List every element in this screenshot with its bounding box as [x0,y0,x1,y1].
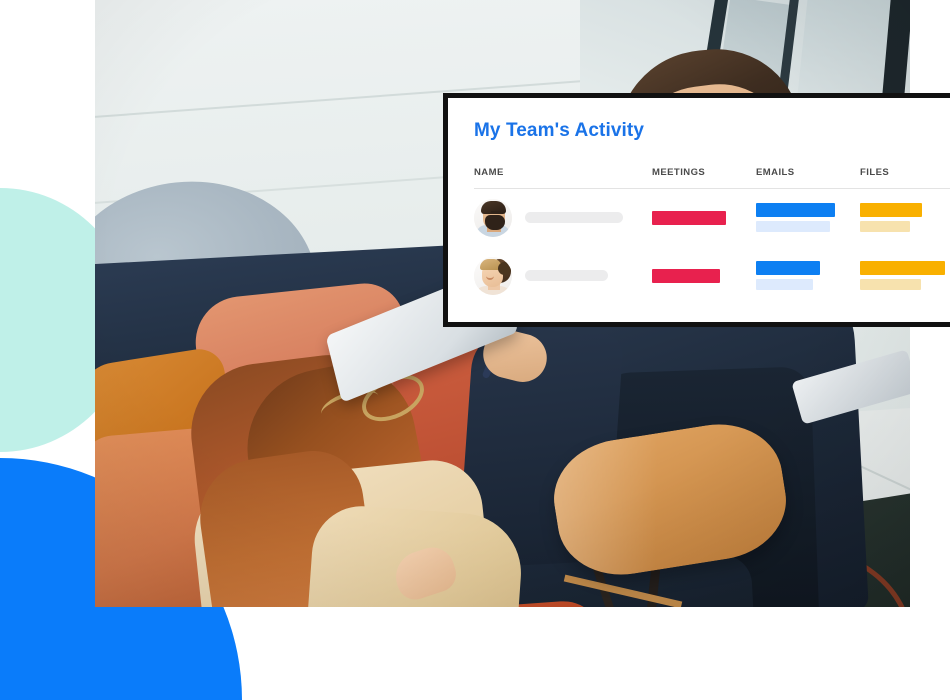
cell-name [474,247,652,305]
name-placeholder [525,270,608,281]
avatar [474,256,512,295]
files-bar-secondary [860,221,910,233]
emails-bar [756,261,820,275]
cell-files [860,189,950,247]
files-bar-secondary [860,279,921,290]
page-root: My Team's Activity NAME MEETINGS EMAILS … [0,0,950,700]
activity-table: NAME MEETINGS EMAILS FILES [474,158,950,305]
cell-emails [756,247,860,305]
cell-meetings [652,189,756,247]
emails-bar-secondary [756,221,830,233]
files-bar [860,203,922,218]
meetings-bar [652,210,726,225]
cell-meetings [652,247,756,305]
table-row[interactable] [474,247,950,305]
team-activity-card: My Team's Activity NAME MEETINGS EMAILS … [443,93,950,327]
files-bar [860,261,945,275]
column-header-meetings: MEETINGS [652,158,756,189]
meetings-bar [652,268,720,283]
column-header-emails: EMAILS [756,158,860,189]
table-row[interactable] [474,189,950,247]
name-placeholder [525,212,623,224]
emails-bar-secondary [756,279,813,290]
emails-bar [756,203,835,218]
table-header-row: NAME MEETINGS EMAILS FILES [474,158,950,189]
column-header-name: NAME [474,158,652,189]
activity-table-body [474,189,950,305]
avatar [474,198,512,237]
cell-name [474,189,652,247]
cell-files [860,247,950,305]
card-title: My Team's Activity [474,120,644,141]
column-header-files: FILES [860,158,950,189]
cell-emails [756,189,860,247]
